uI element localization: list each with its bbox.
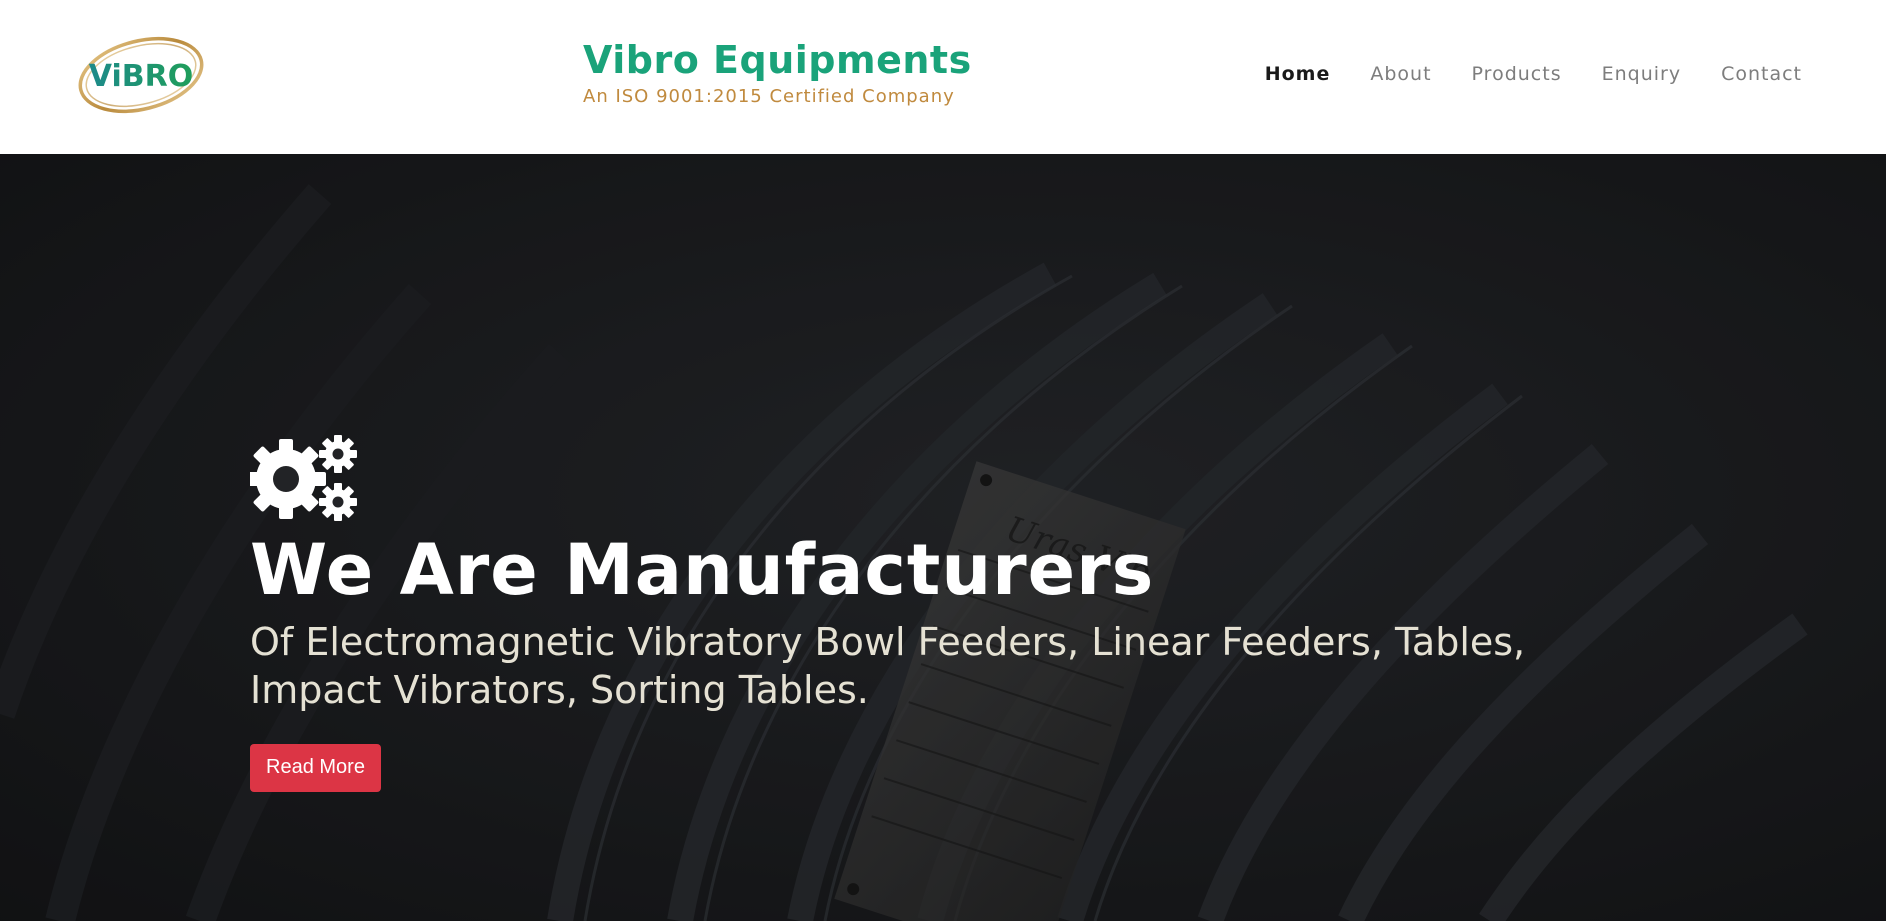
brand-subtitle: An ISO 9001:2015 Certified Company [583,86,955,107]
svg-text:ViBRO: ViBRO [89,59,193,94]
nav-item-enquiry[interactable]: Enquiry [1602,60,1681,88]
gears-icon [250,435,357,521]
hero-subtitle: Of Electromagnetic Vibratory Bowl Feeder… [250,620,1526,712]
nav-item-home[interactable]: Home [1265,60,1331,88]
brand-block: Vibro Equipments An ISO 9001:2015 Certif… [583,36,983,109]
nav-item-about[interactable]: About [1370,60,1431,88]
nav-item-contact[interactable]: Contact [1721,60,1802,88]
vibro-logo[interactable]: ViBRO [76,36,206,114]
hero-banner: Uras Vib We Are Manufacturers Of Electro… [0,154,1886,921]
brand-title[interactable]: Vibro Equipments [583,36,983,84]
hero-title: We Are Manufacturers [250,529,1155,611]
read-more-button[interactable]: Read More [250,744,381,792]
main-nav: Home About Products Enquiry Contact [1225,60,1802,88]
site-header: ViBRO Vibro Equipments An ISO 9001:2015 … [0,0,1886,154]
nav-item-products[interactable]: Products [1472,60,1562,88]
hero-content: We Are Manufacturers Of Electromagnetic … [250,434,1650,792]
